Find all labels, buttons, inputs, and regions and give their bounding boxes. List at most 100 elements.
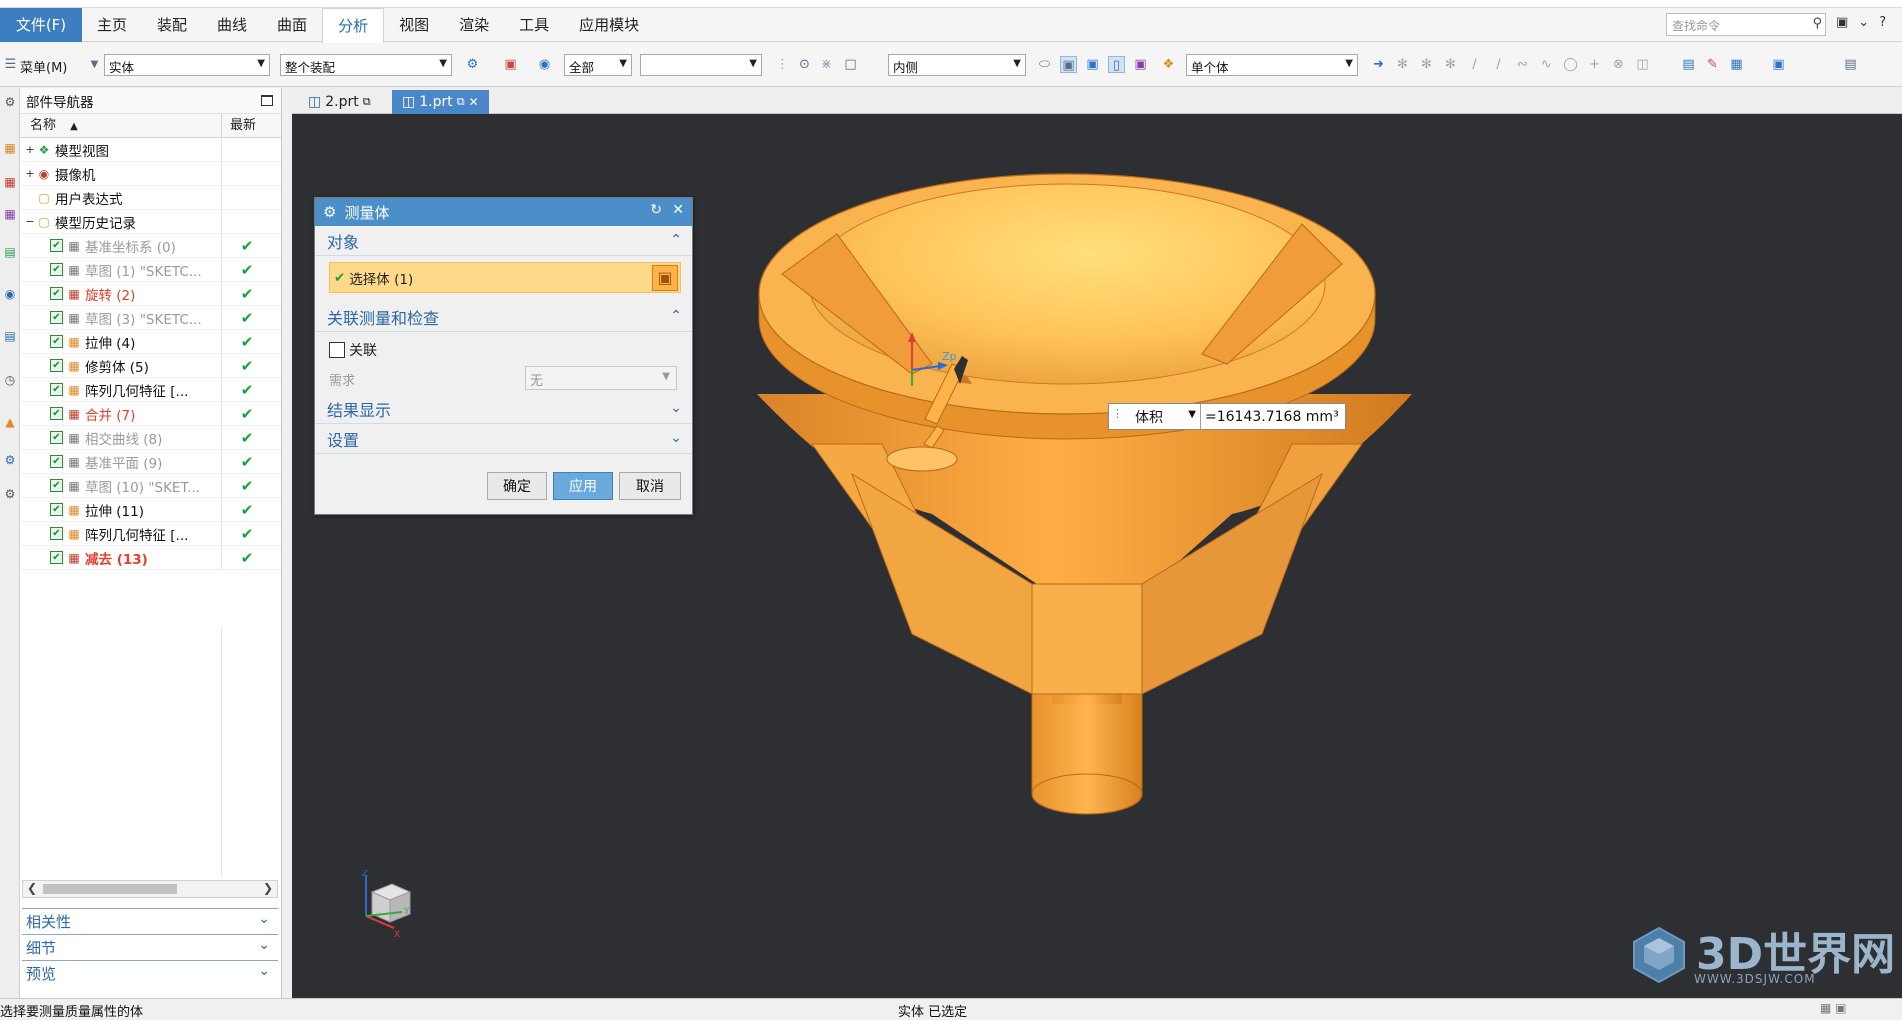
- more-icon[interactable]: ▤: [1842, 56, 1859, 73]
- face-icon[interactable]: ▯: [1108, 56, 1125, 73]
- menu-tools[interactable]: 工具: [504, 8, 564, 42]
- ok-button[interactable]: 确定: [487, 472, 547, 500]
- measure-icon[interactable]: ▤: [1680, 56, 1697, 73]
- menu-home[interactable]: 主页: [82, 8, 142, 42]
- search-icon[interactable]: ⚲: [1812, 16, 1822, 31]
- feature-checkbox[interactable]: ✔: [50, 359, 63, 372]
- tab-1-prt[interactable]: ◫ 1.prt ⧉ ✕: [392, 90, 489, 114]
- quantity-select[interactable]: ⋮ 体积 ▼: [1109, 404, 1201, 429]
- system-icon[interactable]: ⚙: [2, 486, 18, 502]
- menu-icon[interactable]: ☰: [2, 56, 19, 73]
- tree-row[interactable]: ✔ ▦ 合并 (7) ✔: [20, 402, 281, 426]
- snap-icon[interactable]: ⋮: [774, 56, 791, 73]
- window-restore-icon[interactable]: ▣: [1836, 15, 1848, 30]
- menu-applications[interactable]: 应用模块: [564, 8, 654, 42]
- selection-rule-icon[interactable]: ▣: [502, 56, 519, 73]
- tree-row[interactable]: + ❖ 模型视图: [20, 138, 281, 162]
- tab-2-prt[interactable]: ◫ 2.prt ⧉: [298, 90, 381, 114]
- blank-filter-select[interactable]: ▼: [640, 54, 762, 76]
- scroll-right-icon[interactable]: ❯: [263, 881, 273, 895]
- menu-curve[interactable]: 曲线: [202, 8, 262, 42]
- associative-checkbox-row[interactable]: 关联: [329, 340, 377, 360]
- help-icon[interactable]: ?: [1879, 15, 1886, 30]
- spline-icon[interactable]: ∿: [1538, 56, 1555, 73]
- feature-checkbox[interactable]: ✔: [50, 263, 63, 276]
- reset-icon[interactable]: ↻: [650, 202, 662, 218]
- plus-icon[interactable]: +: [1586, 56, 1603, 73]
- cancel-button[interactable]: 取消: [619, 472, 681, 500]
- analysis-icon[interactable]: ✎: [1704, 56, 1721, 73]
- section-settings[interactable]: 设置 ⌄: [315, 424, 692, 454]
- file-menu-button[interactable]: 文件(F): [0, 7, 82, 42]
- layer-filter-select[interactable]: 全部 ▼: [564, 54, 632, 76]
- solid-body-icon[interactable]: ▣: [652, 265, 678, 291]
- grid-icon[interactable]: ▦: [1728, 56, 1745, 73]
- shaded-icon[interactable]: ⬭: [1036, 56, 1053, 73]
- scroll-left-icon[interactable]: ❮: [27, 881, 37, 895]
- feature-checkbox[interactable]: ✔: [50, 455, 63, 468]
- status-grid-icon[interactable]: ▦: [1820, 1001, 1831, 1015]
- dialog-title-bar[interactable]: ⚙ 测量体 ↻ ✕: [315, 198, 692, 226]
- section-result-display[interactable]: 结果显示 ⌄: [315, 394, 692, 424]
- tree-row[interactable]: ✔ ▦ 减去 (13) ✔: [20, 546, 281, 570]
- tree-row[interactable]: ✔ ▦ 草图 (3) "SKETC... ✔: [20, 306, 281, 330]
- scroll-thumb[interactable]: [43, 884, 177, 894]
- reuse-library-icon[interactable]: ▤: [2, 244, 18, 260]
- navigator-scrollbar[interactable]: ❮ ❯: [22, 880, 278, 898]
- feature-checkbox[interactable]: ✔: [50, 407, 63, 420]
- menu-caret-icon[interactable]: ▼: [86, 56, 103, 73]
- clock-icon[interactable]: ◷: [2, 372, 18, 388]
- body-filter-select[interactable]: 单个体 ▼: [1186, 54, 1358, 76]
- feature-checkbox[interactable]: ✔: [50, 527, 63, 540]
- arrow-icon[interactable]: ➜: [1370, 56, 1387, 73]
- feature-icon[interactable]: ❖: [1160, 56, 1177, 73]
- select-body-row[interactable]: ✔ 选择体 (1) ▣: [329, 262, 681, 293]
- expand-icon[interactable]: +: [24, 167, 36, 180]
- tree-row[interactable]: ✔ ▦ 阵列几何特征 [... ✔: [20, 522, 281, 546]
- ribbon-collapse-icon[interactable]: ⌄: [1858, 15, 1869, 30]
- preview-panel[interactable]: 预览 ⌄: [22, 960, 278, 986]
- close-icon[interactable]: ✕: [672, 202, 684, 218]
- column-name-header[interactable]: 名称 ▲: [20, 114, 222, 137]
- point-icon[interactable]: ⊙: [796, 56, 813, 73]
- settings-icon[interactable]: ⚙: [2, 94, 18, 110]
- constraint-nav-icon[interactable]: ▦: [2, 174, 18, 190]
- role-icon[interactable]: ⚙: [2, 452, 18, 468]
- tree-row[interactable]: ✔ ▦ 修剪体 (5) ✔: [20, 354, 281, 378]
- body-icon[interactable]: ▣: [1132, 56, 1149, 73]
- tree-row[interactable]: − ▢ 模型历史记录: [20, 210, 281, 234]
- tree-row[interactable]: + ◉ 摄像机: [20, 162, 281, 186]
- menu-surface[interactable]: 曲面: [262, 8, 322, 42]
- snap-mid-icon[interactable]: ✻: [1442, 56, 1459, 73]
- type-filter-select[interactable]: 实体 ▼: [104, 54, 270, 76]
- inside-filter-select[interactable]: 内侧 ▼: [888, 54, 1026, 76]
- color-filter-icon[interactable]: ◉: [536, 56, 553, 73]
- feature-checkbox[interactable]: ✔: [50, 335, 63, 348]
- tree-row[interactable]: ✔ ▦ 拉伸 (11) ✔: [20, 498, 281, 522]
- feature-checkbox[interactable]: ✔: [50, 287, 63, 300]
- circle-icon[interactable]: ◯: [1562, 56, 1579, 73]
- view-cube-icon[interactable]: ▣: [1770, 56, 1787, 73]
- close-icon[interactable]: ✕: [469, 95, 479, 109]
- scope-filter-select[interactable]: 整个装配 ▼: [280, 54, 452, 76]
- apply-button[interactable]: 应用: [553, 472, 613, 500]
- maximize-icon[interactable]: [261, 95, 273, 106]
- tree-row[interactable]: ✔ ▦ 草图 (10) "SKET... ✔: [20, 474, 281, 498]
- feature-checkbox[interactable]: ✔: [50, 479, 63, 492]
- palette-icon[interactable]: ▲: [2, 414, 18, 430]
- feature-checkbox[interactable]: ✔: [50, 551, 63, 564]
- solid-icon[interactable]: ▣: [1084, 56, 1101, 73]
- section-associative[interactable]: 关联测量和检查 ⌃: [315, 302, 692, 332]
- box-select-icon[interactable]: □: [842, 56, 859, 73]
- tree-row[interactable]: ✔ ▦ 基准平面 (9) ✔: [20, 450, 281, 474]
- menu-render[interactable]: 渲染: [444, 8, 504, 42]
- feature-checkbox[interactable]: ✔: [50, 431, 63, 444]
- web-browser-icon[interactable]: ◉: [2, 286, 18, 302]
- line-icon[interactable]: ∕: [1466, 56, 1483, 73]
- view-triad[interactable]: Z X Y: [352, 870, 432, 950]
- cube-select-icon[interactable]: ▣: [1060, 56, 1077, 73]
- tree-row[interactable]: ✔ ▦ 旋转 (2) ✔: [20, 282, 281, 306]
- collapse-icon[interactable]: −: [24, 215, 36, 228]
- filter-icon[interactable]: ⚙: [464, 56, 481, 73]
- menu-button[interactable]: 菜单(M): [20, 54, 67, 76]
